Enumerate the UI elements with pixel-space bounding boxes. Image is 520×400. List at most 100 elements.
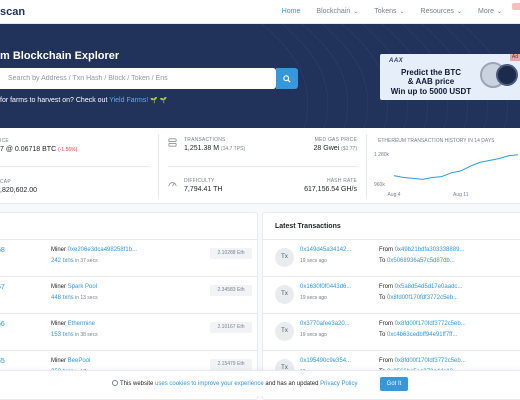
y-tick-label: 1 280k [374, 152, 390, 158]
cookie-text-1: This website [120, 381, 156, 387]
hero-banner: m Blockchain Explorer for farms to harve… [0, 24, 520, 128]
block-reward-badge: 2.10288 Eth [210, 248, 252, 259]
nav-home-label: Home [281, 8, 301, 15]
tx-from-link[interactable]: 0x49b21bdfa303338889... [395, 247, 465, 253]
gauge-icon [168, 182, 177, 187]
ad-tag: Ad [509, 54, 520, 61]
transactions-value[interactable]: 1,251.38 M (14.7 TPS) [184, 145, 245, 152]
x-tick-label: Aug 4 [387, 192, 400, 198]
transaction-row: Tx 0x149d45a34142... 19 secs ago From 0x49b… [263, 240, 520, 277]
market-cap-label: CAP [0, 179, 11, 185]
block-txns: 153 txns in 38 secs [51, 332, 98, 338]
nav-home[interactable]: Home [274, 0, 309, 24]
ad-headline-2: & AAB price [407, 77, 455, 86]
sprout-icon: 🌱 [159, 98, 168, 104]
block-row: 56 Miner Ethermine 153 txns in 38 secs 2.10… [0, 314, 257, 351]
nav-blockchain[interactable]: Blockchain ⌄ [308, 0, 366, 24]
transaction-row: Tx 0x1630f0f0443d6... 19 secs ago From 0x5a… [263, 277, 520, 314]
tx-from-link[interactable]: 0x8fd00f170fdf3772c5eb... [395, 358, 466, 364]
nav-resources[interactable]: Resources ⌄ [413, 0, 471, 24]
block-number-link[interactable]: 55 [0, 358, 5, 365]
sponsored-ad-banner[interactable]: AAX Predict the BTC & AAB price Win up t… [380, 54, 520, 100]
tx-to: To 0x5068936a57c5d87db... [379, 258, 455, 264]
chevron-down-icon: ⌄ [353, 9, 359, 15]
search-icon [283, 74, 291, 83]
cookie-text-2: and has an updated [263, 381, 321, 387]
tx-time: 19 secs ago [300, 258, 327, 264]
miner-link[interactable]: Spark Pool [68, 284, 97, 290]
tx-from: From 0x8fd00f170fdf3772c5eb... [379, 358, 466, 364]
cookie-policy-link[interactable]: uses cookies to improve your experience [155, 381, 264, 387]
ether-price-value: 7 @ 0.06718 BTC (-1.56%) [0, 146, 77, 153]
tx-hash-link[interactable]: 0x195490c9e354... [300, 358, 351, 364]
tx-badge-icon: Tx [275, 248, 294, 267]
block-number-link[interactable]: 58 [0, 247, 5, 254]
got-it-button[interactable]: Got It [380, 377, 408, 391]
ether-price-label: ICE [0, 138, 9, 144]
nav-tokens-label: Tokens [374, 8, 397, 15]
transactions-count: 1,251.38 M [184, 145, 220, 152]
search-input[interactable] [0, 68, 276, 89]
search-button[interactable] [276, 68, 298, 89]
difficulty-label: DIFFICULTY [184, 178, 215, 184]
block-number-link[interactable]: 57 [0, 284, 5, 291]
cookie-consent-bar: This website uses cookies to improve you… [0, 370, 520, 396]
block-txns-time: in 37 secs [73, 258, 98, 264]
tx-hash-link[interactable]: 0x1630f0f0443d6... [300, 284, 351, 290]
chevron-down-icon: ⌄ [496, 9, 502, 15]
divider [168, 166, 358, 167]
block-txns-link[interactable]: 153 txns [51, 332, 74, 338]
ad-token-icon [496, 64, 518, 86]
ad-headline-1: Predict the BTC [400, 68, 461, 77]
nav-edge-badge [512, 3, 520, 10]
tx-to: To 0x8fd00f170fdf3772c5eb... [379, 295, 458, 301]
gas-price-gwei: 28 Gwei [313, 145, 340, 152]
tx-to-link[interactable]: 0x5068936a57c5d87db... [387, 258, 455, 264]
tx-badge-icon: Tx [275, 285, 294, 304]
tx-to: To 0xc4b63cedbff94e91ff7ff... [379, 332, 457, 338]
block-txns-time: in 38 secs [73, 332, 98, 338]
transactions-label: TRANSACTIONS [184, 137, 226, 143]
transaction-history-chart[interactable]: 1 280k 960kAug 4 Aug 11 [372, 146, 520, 198]
nav-resources-label: Resources [420, 8, 454, 15]
promo-text: for farms to harvest on? Check out [0, 97, 110, 104]
from-label: From [379, 321, 395, 327]
block-txns-time: in 13 secs [73, 295, 98, 301]
chart-title: ETHEREUM TRANSACTION HISTORY IN 14 DAYS [378, 138, 495, 144]
from-label: From [379, 284, 395, 290]
miner-link[interactable]: Ethermine [68, 321, 95, 327]
tx-hash-link[interactable]: 0x3770afee3a20... [300, 321, 350, 327]
search-bar [0, 68, 298, 89]
cookie-text: This website uses cookies to improve you… [112, 380, 357, 387]
difficulty-value: 7,794.41 TH [184, 186, 223, 193]
tx-from-link[interactable]: 0x8fd00f170fdf3772c5eb... [395, 321, 466, 327]
yield-farms-promo: for farms to harvest on? Check out Yield… [0, 97, 167, 104]
miner-link[interactable]: 0xe206e3dca498258f1b... [68, 247, 137, 253]
tx-to-link[interactable]: 0x8fd00f170fdf3772c5eb... [387, 295, 458, 301]
nav-tokens[interactable]: Tokens ⌄ [366, 0, 412, 24]
x-tick-label: Aug 11 [453, 192, 469, 198]
gas-price-value[interactable]: 28 Gwei ($1.77) [278, 145, 357, 152]
block-txns-link[interactable]: 242 txns [51, 258, 74, 264]
server-icon [168, 138, 177, 147]
block-txns-link[interactable]: 448 txns [51, 295, 74, 301]
tx-to-link[interactable]: 0xc4b63cedbff94e91ff7ff... [387, 332, 457, 338]
divider [0, 166, 150, 167]
block-number-link[interactable]: 56 [0, 321, 5, 328]
network-stats-panel: ICE 7 @ 0.06718 BTC (-1.56%) CAP ,820,60… [0, 128, 520, 204]
market-cap-value: ,820,602.00 [0, 187, 37, 194]
series-line [393, 154, 519, 180]
yield-farms-link[interactable]: Yield Farms! [109, 97, 148, 104]
tx-time: 19 secs ago [300, 295, 327, 301]
chevron-down-icon: ⌄ [399, 9, 405, 15]
tx-from-link[interactable]: 0x5a8d54d5d17e0aadc... [395, 284, 463, 290]
tx-hash-link[interactable]: 0x149d45a34142... [300, 247, 351, 253]
privacy-policy-link[interactable]: Privacy Policy [320, 381, 357, 387]
tx-badge-icon: Tx [275, 322, 294, 341]
to-label: To [379, 258, 388, 264]
block-reward-badge: 2.10167 Eth [210, 322, 252, 333]
miner-link[interactable]: BeePool [68, 358, 91, 364]
site-logo[interactable]: scan [0, 6, 25, 18]
hash-rate-value: 617,156.54 GH/s [304, 186, 357, 193]
page-title: m Blockchain Explorer [0, 50, 120, 62]
